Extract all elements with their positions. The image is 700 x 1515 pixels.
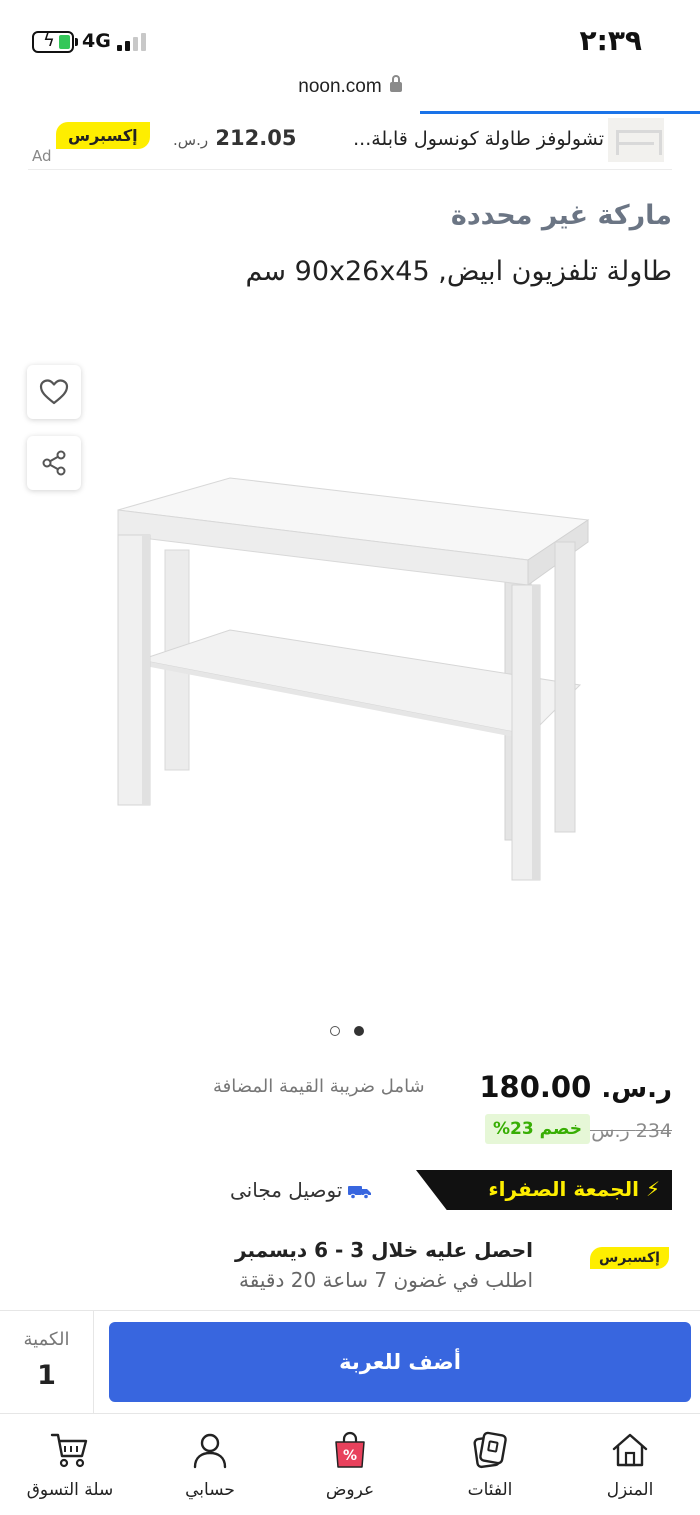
svg-text:%: % xyxy=(343,1448,357,1464)
current-price: ر.س. 180.00 xyxy=(479,1070,672,1104)
free-delivery-label: توصيل مجانی xyxy=(230,1178,343,1202)
product-image[interactable] xyxy=(110,470,600,890)
nav-account-label: حسابي xyxy=(185,1480,235,1500)
bottom-navigation: المنزل الفئات % عروض حسابي سلة التسوق xyxy=(0,1413,700,1515)
pagination-dot-active[interactable] xyxy=(354,1026,364,1036)
nav-categories[interactable]: الفئات xyxy=(420,1414,560,1515)
bolt-icon: ⚡ xyxy=(645,1177,660,1201)
nav-categories-label: الفئات xyxy=(467,1480,513,1500)
nav-account[interactable]: حسابي xyxy=(140,1414,280,1515)
clock: ٢:٣٩ xyxy=(579,24,642,57)
add-to-cart-bar: الكمية 1 أضف للعربة xyxy=(0,1310,700,1414)
delivery-express-badge: إكسبرس xyxy=(590,1247,669,1269)
nav-cart[interactable]: سلة التسوق xyxy=(0,1414,140,1515)
cart-icon xyxy=(50,1433,88,1468)
delivery-estimate: احصل عليه خلال 3 - 6 ديسمبر xyxy=(235,1238,533,1262)
express-badge: إكسبرس xyxy=(56,122,150,149)
url-bar[interactable]: noon.com xyxy=(0,70,700,114)
heart-icon xyxy=(39,379,69,405)
image-pagination xyxy=(330,1026,364,1036)
ad-title: تشولوفز طاولة كونسول قابلة... xyxy=(353,128,604,150)
status-bar: ϟ 4G ٢:٣٩ xyxy=(0,0,700,70)
battery-level xyxy=(59,35,70,49)
ad-label: Ad xyxy=(32,147,52,165)
nav-cart-label: سلة التسوق xyxy=(26,1480,114,1500)
categories-icon xyxy=(473,1431,507,1469)
ad-product-thumbnail xyxy=(608,118,664,162)
deals-icon: % xyxy=(335,1431,365,1468)
yellow-friday-label: الجمعة الصفراء xyxy=(488,1177,639,1201)
lock-icon xyxy=(389,75,402,92)
yellow-friday-badge: ⚡ الجمعة الصفراء xyxy=(416,1170,672,1210)
order-countdown: اطلب في غضون 7 ساعة 20 دقيقة xyxy=(239,1268,533,1292)
signal-icon xyxy=(117,33,146,51)
sponsored-ad[interactable]: تشولوفز طاولة كونسول قابلة... 212.05 ر.س… xyxy=(28,114,672,170)
charging-bolt-icon: ϟ xyxy=(43,30,55,51)
nav-deals-label: عروض xyxy=(325,1480,375,1500)
add-to-cart-button[interactable]: أضف للعربة xyxy=(109,1322,691,1402)
home-icon xyxy=(612,1433,648,1467)
nav-deals[interactable]: % عروض xyxy=(280,1414,420,1515)
quantity-label: الكمية xyxy=(23,1329,70,1350)
discount-badge: خصم 23% xyxy=(485,1114,590,1144)
nav-home[interactable]: المنزل xyxy=(560,1414,700,1515)
url-text: noon.com xyxy=(298,76,382,97)
brand-link[interactable]: ماركة غير محددة xyxy=(451,200,672,231)
nav-home-label: المنزل xyxy=(606,1480,654,1500)
battery-icon: ϟ xyxy=(32,30,78,53)
free-delivery: توصيل مجانی xyxy=(230,1178,372,1202)
product-title: طاولة تلفزيون ابيض, 90x26x45 سم xyxy=(245,256,672,287)
quantity-selector[interactable]: الكمية 1 xyxy=(0,1311,94,1414)
vat-note: شامل ضريبة القيمة المضافة xyxy=(213,1076,425,1097)
share-button[interactable] xyxy=(27,436,81,490)
ad-price: 212.05 ر.س. xyxy=(173,126,297,150)
pagination-dot[interactable] xyxy=(330,1026,340,1036)
share-icon xyxy=(42,450,66,476)
account-icon xyxy=(193,1433,227,1469)
network-type: 4G xyxy=(82,30,111,52)
old-price: 234 ر.س. xyxy=(585,1120,672,1142)
truck-icon xyxy=(348,1185,372,1199)
quantity-value: 1 xyxy=(37,1360,56,1391)
wishlist-button[interactable] xyxy=(27,365,81,419)
